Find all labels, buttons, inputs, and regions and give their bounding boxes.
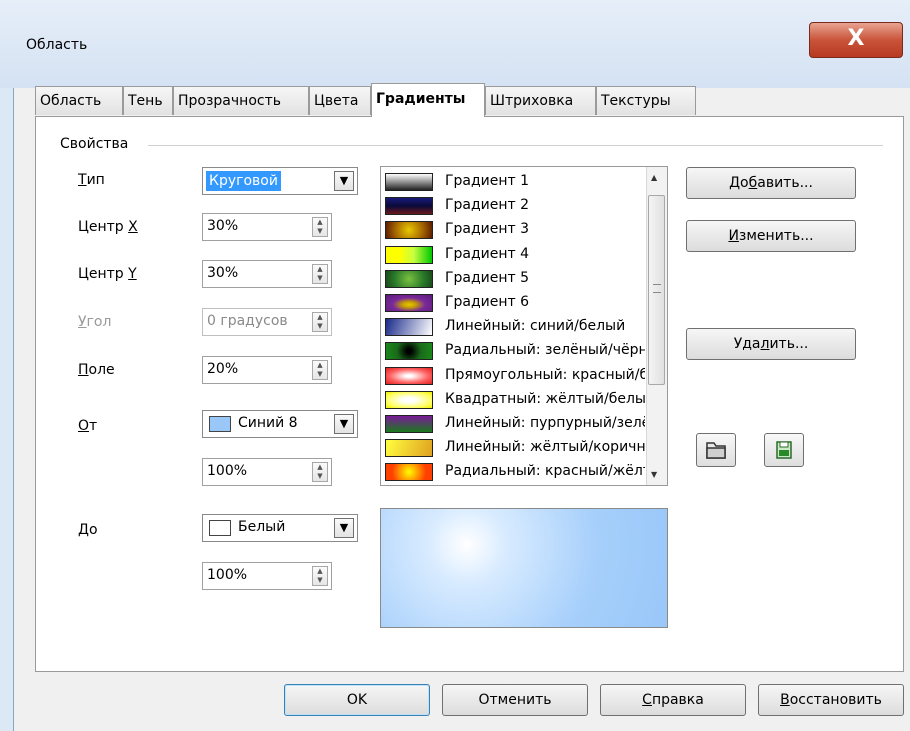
from-color-name: Синий 8 — [238, 415, 298, 431]
tab-gradients[interactable]: Градиенты — [371, 83, 485, 117]
border-label: Поле — [78, 362, 115, 378]
type-selected-value: Круговой — [206, 171, 281, 191]
tab-shadow[interactable]: Тень — [123, 86, 173, 115]
spin-arrows-icon[interactable]: ▲ ▼ — [312, 462, 328, 482]
gradient-name: Радиальный: красный/жёлтый — [445, 463, 645, 480]
gradient-list-item[interactable]: Градиент 1 — [385, 171, 650, 195]
center-x-label: Центр X — [78, 219, 138, 235]
scroll-down-icon[interactable]: ▼ — [651, 470, 657, 479]
to-intensity-spinner[interactable]: 100% ▲ ▼ — [202, 562, 332, 590]
border-spinner[interactable]: 20% ▲ ▼ — [202, 356, 332, 384]
reset-button[interactable]: Восстановить — [758, 684, 904, 716]
from-intensity-spinner[interactable]: 100% ▲ ▼ — [202, 458, 332, 486]
folder-icon — [706, 442, 726, 459]
properties-legend: Свойства — [60, 136, 129, 152]
color-swatch — [209, 416, 231, 432]
delete-button[interactable]: Удалить... — [686, 328, 856, 360]
gradient-swatch — [385, 221, 433, 240]
gradient-list-item[interactable]: Линейный: пурпурный/зелёный — [385, 413, 650, 437]
gradient-list[interactable]: Градиент 1 Градиент 2 Градиент 3 Градиент 4… — [380, 166, 668, 486]
angle-spinner: 0 градусов ▲ ▼ — [202, 308, 332, 336]
gradient-list-item[interactable]: Градиент 5 — [385, 268, 650, 292]
gradient-swatch — [385, 390, 433, 409]
gradient-list-item[interactable]: Квадратный: жёлтый/белый — [385, 389, 650, 413]
center-y-label: Центр Y — [78, 266, 137, 282]
save-gradients-button[interactable] — [764, 433, 804, 467]
gradient-name: Прямоугольный: красный/белый — [445, 366, 645, 383]
gradient-list-item[interactable]: Радиальный: зелёный/чёрный — [385, 340, 650, 364]
gradient-name: Градиент 4 — [445, 245, 530, 262]
gradient-preview — [380, 508, 668, 628]
gradient-list-item[interactable]: Линейный: жёлтый/коричневый — [385, 437, 650, 461]
gradient-swatch — [385, 318, 433, 337]
gradient-name: Линейный: синий/белый — [445, 318, 626, 335]
gradient-name: Радиальный: зелёный/чёрный — [445, 342, 645, 359]
tab-area[interactable]: Область — [35, 86, 123, 115]
type-label: Тип — [78, 172, 105, 188]
gradient-swatch — [385, 463, 433, 482]
modify-button[interactable]: Изменить... — [686, 220, 856, 252]
scrollbar-thumb[interactable] — [648, 195, 665, 385]
gradient-name: Градиент 6 — [445, 294, 530, 310]
tab-transparency[interactable]: Прозрачность — [173, 86, 309, 115]
title-bar — [0, 0, 910, 88]
close-button[interactable]: X — [809, 22, 903, 58]
to-label: До — [78, 522, 98, 538]
tab-hatching[interactable]: Штриховка — [485, 86, 596, 115]
gradient-swatch — [385, 342, 433, 361]
spin-arrows-icon[interactable]: ▲ ▼ — [312, 264, 328, 284]
cancel-button[interactable]: Отменить — [442, 684, 588, 716]
gradient-list-item[interactable]: Линейный: синий/белый — [385, 316, 650, 340]
gradient-list-item[interactable]: Прямоугольный: красный/белый — [385, 365, 650, 389]
gradient-swatch — [385, 366, 433, 385]
chevron-down-icon[interactable]: ▼ — [334, 518, 354, 538]
from-color-dropdown[interactable]: Синий 8 ▼ — [202, 410, 358, 438]
grip-icon — [653, 284, 661, 293]
add-button[interactable]: Добавить... — [686, 167, 856, 199]
gradient-name: Градиент 2 — [445, 197, 530, 214]
gradient-swatch — [385, 197, 433, 216]
gradient-name: Градиент 3 — [445, 221, 530, 238]
tab-colors[interactable]: Цвета — [309, 86, 371, 115]
gradient-list-item[interactable]: Градиент 2 — [385, 195, 650, 219]
to-color-name: Белый — [238, 519, 286, 535]
gradient-list-item[interactable]: Градиент 3 — [385, 219, 650, 243]
type-dropdown[interactable]: Круговой ▼ — [202, 167, 358, 195]
gradient-name: Градиент 5 — [445, 269, 530, 286]
help-button[interactable]: Справка — [600, 684, 746, 716]
spin-arrows-icon[interactable]: ▲ ▼ — [312, 566, 328, 586]
color-swatch — [209, 520, 231, 536]
properties-divider — [148, 145, 883, 146]
center-x-spinner[interactable]: 30% ▲ ▼ — [202, 213, 332, 241]
gradient-list-item[interactable]: Градиент 4 — [385, 244, 650, 268]
gradient-swatch — [385, 294, 433, 312]
gradient-swatch — [385, 439, 433, 458]
center-y-spinner[interactable]: 30% ▲ ▼ — [202, 260, 332, 288]
spin-arrows-icon[interactable]: ▲ ▼ — [312, 360, 328, 380]
load-gradients-button[interactable] — [696, 433, 736, 467]
save-icon — [776, 441, 792, 459]
gradient-name: Градиент 1 — [445, 173, 530, 189]
gradient-list-item[interactable]: Градиент 6 — [385, 292, 650, 316]
gradient-swatch — [385, 415, 433, 433]
ok-button[interactable]: OK — [284, 684, 430, 716]
gradient-swatch — [385, 245, 433, 264]
gradient-list-item[interactable]: Радиальный: красный/жёлтый — [385, 461, 650, 485]
gradient-name: Линейный: жёлтый/коричневый — [445, 439, 645, 456]
spin-arrows-icon[interactable]: ▲ ▼ — [312, 217, 328, 237]
from-label: От — [78, 418, 98, 434]
tab-textures[interactable]: Текстуры — [596, 86, 696, 115]
gradient-name: Квадратный: жёлтый/белый — [445, 390, 645, 407]
spin-arrows-icon: ▲ ▼ — [312, 312, 328, 332]
dialog-title: Область — [26, 37, 88, 53]
to-color-dropdown[interactable]: Белый ▼ — [202, 514, 358, 542]
gradient-swatch — [385, 269, 433, 288]
chevron-down-icon[interactable]: ▼ — [334, 171, 354, 191]
scroll-up-icon[interactable]: ▲ — [651, 173, 657, 182]
gradient-swatch — [385, 173, 433, 191]
gradient-name: Линейный: пурпурный/зелёный — [445, 415, 645, 431]
angle-label: Угол — [78, 314, 112, 330]
chevron-down-icon[interactable]: ▼ — [334, 414, 354, 434]
